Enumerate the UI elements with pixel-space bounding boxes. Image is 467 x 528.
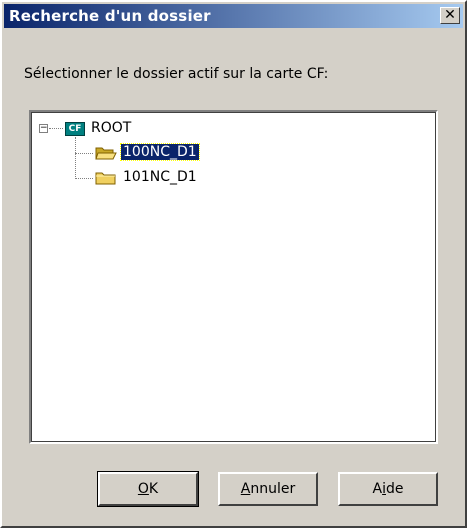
help-label-end: de xyxy=(385,481,404,497)
tree-connector xyxy=(75,137,76,179)
window-title: Recherche d'un dossier xyxy=(9,7,211,25)
close-icon: ✕ xyxy=(444,7,456,23)
ok-label: K xyxy=(148,481,159,497)
help-label-start: A xyxy=(372,481,383,497)
cancel-button[interactable]: Annuler xyxy=(218,472,318,506)
folder-browser-dialog: Recherche d'un dossier ✕ Sélectionner le… xyxy=(0,0,467,528)
collapse-icon[interactable]: − xyxy=(39,124,48,133)
close-button[interactable]: ✕ xyxy=(440,7,460,24)
ok-button[interactable]: OK xyxy=(97,471,199,507)
tree-connector xyxy=(75,153,93,154)
title-bar[interactable]: Recherche d'un dossier ✕ xyxy=(4,4,463,28)
cancel-mnemonic: A xyxy=(240,481,251,497)
instruction-label: Sélectionner le dossier actif sur la car… xyxy=(24,66,329,82)
tree-node-100nc-d1[interactable]: 100NC_D1 xyxy=(120,143,200,161)
tree-node-101nc-d1[interactable]: 101NC_D1 xyxy=(121,169,199,185)
ok-mnemonic: O xyxy=(137,481,149,497)
folder-icon xyxy=(95,172,116,185)
cancel-label: nnuler xyxy=(250,481,296,497)
tree-node-root[interactable]: ROOT xyxy=(89,120,133,136)
folder-tree[interactable]: − CF ROOT 100NC_D1 101NC_D1 xyxy=(29,110,438,444)
open-folder-icon xyxy=(95,147,117,160)
tree-connector xyxy=(75,178,93,179)
help-button[interactable]: Ai de xyxy=(338,472,438,506)
tree-connector xyxy=(49,128,63,129)
cf-card-icon: CF xyxy=(65,122,85,136)
